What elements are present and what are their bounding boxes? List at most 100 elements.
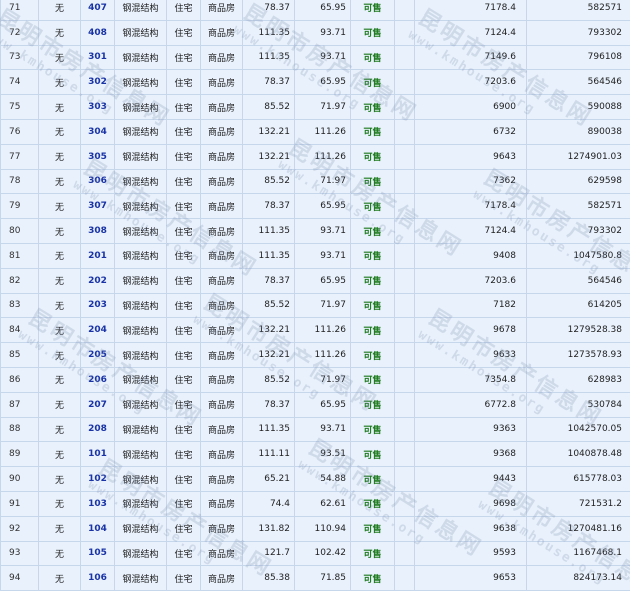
total-price: 793302 xyxy=(526,218,630,244)
room-number-link[interactable]: 304 xyxy=(80,118,115,145)
building-area: 111.35 xyxy=(242,44,295,71)
row-index: 87 xyxy=(0,391,39,418)
property-type: 商品房 xyxy=(200,540,243,567)
room-number-link[interactable]: 102 xyxy=(80,466,115,492)
mortgage-status: 无 xyxy=(38,193,81,220)
room-number-link[interactable]: 208 xyxy=(80,416,115,443)
room-number-link[interactable]: 408 xyxy=(80,19,115,46)
room-number-link[interactable]: 303 xyxy=(80,94,115,120)
room-number-link[interactable]: 307 xyxy=(80,193,115,220)
unit-price: 7124.4 xyxy=(414,19,527,46)
total-price: 890038 xyxy=(526,118,630,145)
total-price: 590088 xyxy=(526,94,630,120)
row-index: 76 xyxy=(0,118,39,145)
building-area: 132.21 xyxy=(242,317,295,344)
total-price: 582571 xyxy=(526,193,630,220)
sale-status: 可售 xyxy=(350,416,395,443)
row-index: 82 xyxy=(0,267,39,294)
sale-status: 可售 xyxy=(350,391,395,418)
usage-type: 住宅 xyxy=(166,466,201,492)
total-price: 614205 xyxy=(526,292,630,319)
inner-area: 93.71 xyxy=(294,218,351,244)
room-number-link[interactable]: 308 xyxy=(80,218,115,244)
room-number-link[interactable]: 106 xyxy=(80,565,115,592)
room-number-link[interactable]: 207 xyxy=(80,391,115,418)
room-number-link[interactable]: 204 xyxy=(80,317,115,344)
property-type: 商品房 xyxy=(200,317,243,344)
usage-type: 住宅 xyxy=(166,242,201,269)
blank-cell xyxy=(394,193,415,220)
row-index: 84 xyxy=(0,317,39,344)
room-number-link[interactable]: 103 xyxy=(80,490,115,517)
row-index: 91 xyxy=(0,490,39,517)
building-structure: 钢混结构 xyxy=(114,391,167,418)
row-index: 72 xyxy=(0,19,39,46)
inner-area: 71.85 xyxy=(294,565,351,592)
total-price: 793302 xyxy=(526,19,630,46)
room-number-link[interactable]: 205 xyxy=(80,342,115,368)
unit-price: 9643 xyxy=(414,143,527,170)
building-area: 65.21 xyxy=(242,466,295,492)
room-number-link[interactable]: 206 xyxy=(80,366,115,393)
inner-area: 65.95 xyxy=(294,267,351,294)
usage-type: 住宅 xyxy=(166,342,201,368)
room-number-link[interactable]: 302 xyxy=(80,69,115,96)
blank-cell xyxy=(394,267,415,294)
inner-area: 71.97 xyxy=(294,292,351,319)
blank-cell xyxy=(394,168,415,195)
usage-type: 住宅 xyxy=(166,565,201,592)
building-structure: 钢混结构 xyxy=(114,69,167,96)
sale-status: 可售 xyxy=(350,242,395,269)
mortgage-status: 无 xyxy=(38,94,81,120)
room-number-link[interactable]: 105 xyxy=(80,540,115,567)
mortgage-status: 无 xyxy=(38,466,81,492)
row-index: 79 xyxy=(0,193,39,220)
inner-area: 71.97 xyxy=(294,168,351,195)
usage-type: 住宅 xyxy=(166,19,201,46)
inner-area: 54.88 xyxy=(294,466,351,492)
building-structure: 钢混结构 xyxy=(114,19,167,46)
property-type: 商品房 xyxy=(200,218,243,244)
room-number-link[interactable]: 202 xyxy=(80,267,115,294)
building-area: 78.37 xyxy=(242,267,295,294)
room-number-link[interactable]: 306 xyxy=(80,168,115,195)
inner-area: 65.95 xyxy=(294,69,351,96)
room-number-link[interactable]: 407 xyxy=(80,0,115,21)
unit-price: 9368 xyxy=(414,441,527,468)
mortgage-status: 无 xyxy=(38,391,81,418)
unit-price: 7178.4 xyxy=(414,193,527,220)
inner-area: 111.26 xyxy=(294,143,351,170)
property-type: 商品房 xyxy=(200,242,243,269)
room-number-link[interactable]: 104 xyxy=(80,515,115,542)
property-type: 商品房 xyxy=(200,515,243,542)
room-number-link[interactable]: 305 xyxy=(80,143,115,170)
unit-price: 7182 xyxy=(414,292,527,319)
sale-status: 可售 xyxy=(350,193,395,220)
unit-price: 7362 xyxy=(414,168,527,195)
building-area: 85.52 xyxy=(242,168,295,195)
unit-price: 7203.6 xyxy=(414,267,527,294)
blank-cell xyxy=(394,0,415,21)
blank-cell xyxy=(394,69,415,96)
room-number-link[interactable]: 101 xyxy=(80,441,115,468)
building-area: 132.21 xyxy=(242,118,295,145)
mortgage-status: 无 xyxy=(38,267,81,294)
room-number-link[interactable]: 301 xyxy=(80,44,115,71)
table-row: 76 无 304 钢混结构 住宅 商品房 132.21 111.26 可售 6732 890038 xyxy=(0,118,630,145)
blank-cell xyxy=(394,441,415,468)
usage-type: 住宅 xyxy=(166,267,201,294)
building-structure: 钢混结构 xyxy=(114,565,167,592)
row-index: 83 xyxy=(0,292,39,319)
building-structure: 钢混结构 xyxy=(114,44,167,71)
building-structure: 钢混结构 xyxy=(114,168,167,195)
total-price: 721531.2 xyxy=(526,490,630,517)
table-row: 82 无 202 钢混结构 住宅 商品房 78.37 65.95 可售 7203.6 564546 xyxy=(0,267,630,294)
room-number-link[interactable]: 203 xyxy=(80,292,115,319)
row-index: 89 xyxy=(0,441,39,468)
building-area: 111.35 xyxy=(242,416,295,443)
room-number-link[interactable]: 201 xyxy=(80,242,115,269)
blank-cell xyxy=(394,242,415,269)
row-index: 92 xyxy=(0,515,39,542)
sale-status: 可售 xyxy=(350,168,395,195)
sale-status: 可售 xyxy=(350,515,395,542)
